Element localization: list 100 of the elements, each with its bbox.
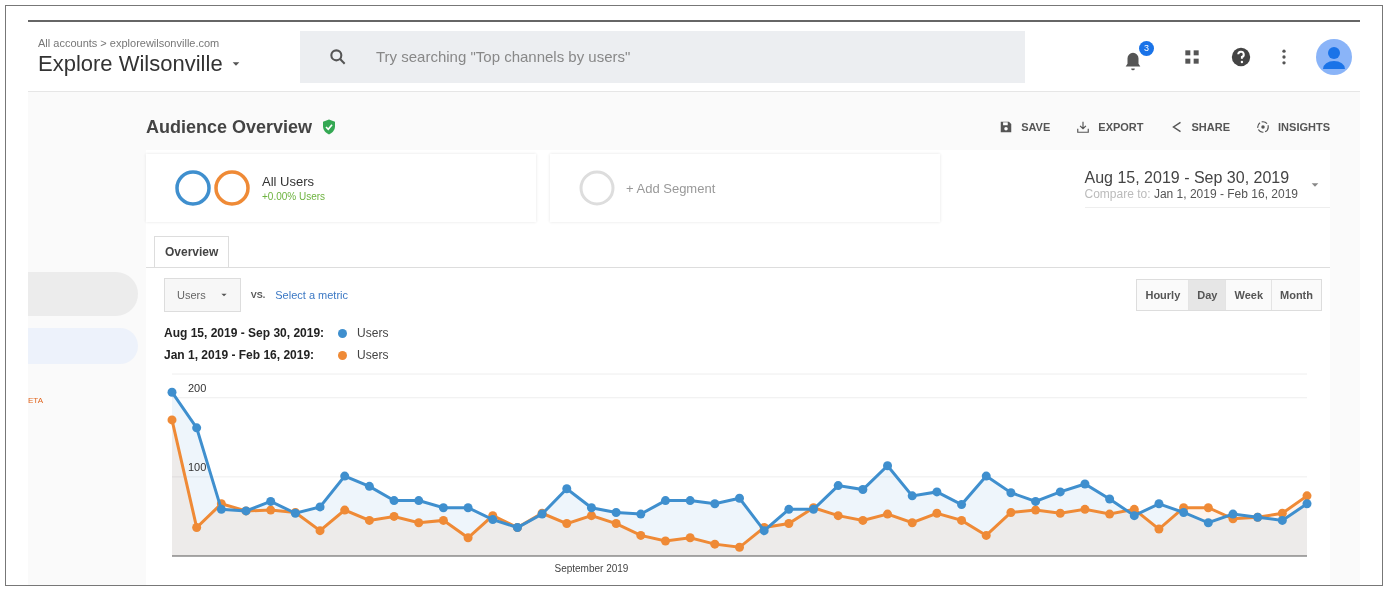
point [1228, 509, 1238, 519]
axis-tick-label: 200 [188, 381, 207, 394]
point [315, 526, 325, 536]
point [389, 511, 399, 521]
axis-tick-label: 100 [188, 460, 207, 473]
point [192, 523, 202, 533]
segment-name: All Users [262, 174, 315, 189]
point [1203, 518, 1213, 528]
point [340, 471, 350, 481]
point [660, 496, 670, 506]
point [883, 461, 893, 471]
download-icon [1076, 120, 1091, 134]
point [1105, 494, 1115, 504]
help-icon [1230, 45, 1252, 68]
point [1080, 479, 1090, 489]
point [611, 519, 621, 529]
point [586, 511, 596, 521]
point [1154, 524, 1164, 534]
segment-card[interactable]: All Users +0.00% Users [146, 154, 536, 222]
legend-range: Aug 15, 2019 - Sep 30, 2019: [164, 326, 325, 340]
point [1055, 508, 1065, 518]
export-button[interactable]: EXPORT [1076, 120, 1144, 134]
point [957, 515, 967, 525]
save-button[interactable]: SAVE [999, 120, 1051, 134]
point [710, 499, 720, 509]
point [1031, 496, 1041, 506]
add-segment-label: + Add Segment [626, 180, 716, 196]
point [858, 485, 868, 495]
point [907, 491, 917, 501]
point [192, 423, 202, 433]
point [167, 415, 177, 425]
point [364, 515, 374, 525]
segment-circles-icon [174, 169, 252, 207]
granularity-button[interactable]: Day [1188, 280, 1226, 310]
point [1154, 499, 1164, 509]
caret-icon [219, 291, 228, 299]
avatar-icon [1316, 38, 1352, 75]
granularity-button[interactable]: Month [1271, 280, 1321, 310]
point [981, 471, 991, 481]
point [1203, 503, 1213, 513]
point [438, 515, 448, 525]
sidebar-label: ETA [28, 396, 44, 405]
breadcrumb: All accounts > explorewilsonville.com [38, 36, 221, 49]
select-metric-link[interactable]: Select a metric [275, 289, 348, 301]
empty-circle-icon [578, 169, 616, 207]
segment-change: +0.00% Users [262, 191, 326, 202]
insights-button[interactable]: INSIGHTS [1256, 120, 1330, 134]
point [1302, 491, 1312, 501]
share-button[interactable]: SHARE [1169, 120, 1231, 134]
point [488, 515, 498, 525]
report-title: Audience Overview [146, 116, 313, 138]
notifications-button[interactable]: 3 [1122, 40, 1154, 73]
point [364, 481, 374, 491]
point [1006, 488, 1016, 498]
granularity-button[interactable]: Week [1225, 280, 1271, 310]
insights-icon [1256, 120, 1271, 134]
point [611, 507, 621, 517]
property-selector[interactable]: Explore Wilsonville [38, 50, 300, 77]
point [710, 539, 720, 549]
point [636, 530, 646, 540]
point [586, 503, 596, 513]
point [562, 484, 572, 494]
point [660, 536, 670, 546]
point [932, 508, 942, 518]
date-range-picker[interactable]: Aug 15, 2019 - Sep 30, 2019 Compare to: Jan 1, 2019 - Feb 16, 2019 [1084, 168, 1330, 208]
point [1080, 504, 1090, 514]
point [1179, 507, 1189, 517]
point [1129, 511, 1139, 521]
point [315, 502, 325, 512]
point [438, 503, 448, 513]
search-bar[interactable]: Try searching "Top channels by users" [300, 30, 1025, 83]
point [883, 509, 893, 519]
legend-item: Users [338, 348, 389, 362]
point [1105, 509, 1115, 519]
point [685, 496, 695, 506]
point [1302, 499, 1312, 509]
point [1277, 515, 1287, 525]
versus-label: VS. [250, 290, 266, 300]
point [735, 493, 744, 503]
point [414, 496, 424, 506]
point [1055, 487, 1065, 497]
point [463, 503, 473, 513]
tab[interactable]: Overview [154, 236, 230, 267]
point [216, 504, 226, 514]
point [562, 519, 572, 529]
point [1006, 507, 1016, 517]
point [636, 509, 646, 519]
axis-label: September 2019 [554, 563, 629, 574]
point [957, 500, 967, 510]
point [1031, 505, 1041, 515]
point [414, 518, 424, 528]
search-field[interactable]: Try searching "Top channels by users" [374, 40, 978, 73]
point [266, 505, 276, 515]
point [167, 387, 177, 397]
point [389, 496, 399, 506]
granularity-button[interactable]: Hourly [1137, 280, 1189, 310]
legend-range: Jan 1, 2019 - Feb 16, 2019: [164, 348, 316, 362]
point [784, 519, 794, 529]
metric-dropdown[interactable]: Users [164, 278, 241, 312]
point [833, 511, 843, 521]
